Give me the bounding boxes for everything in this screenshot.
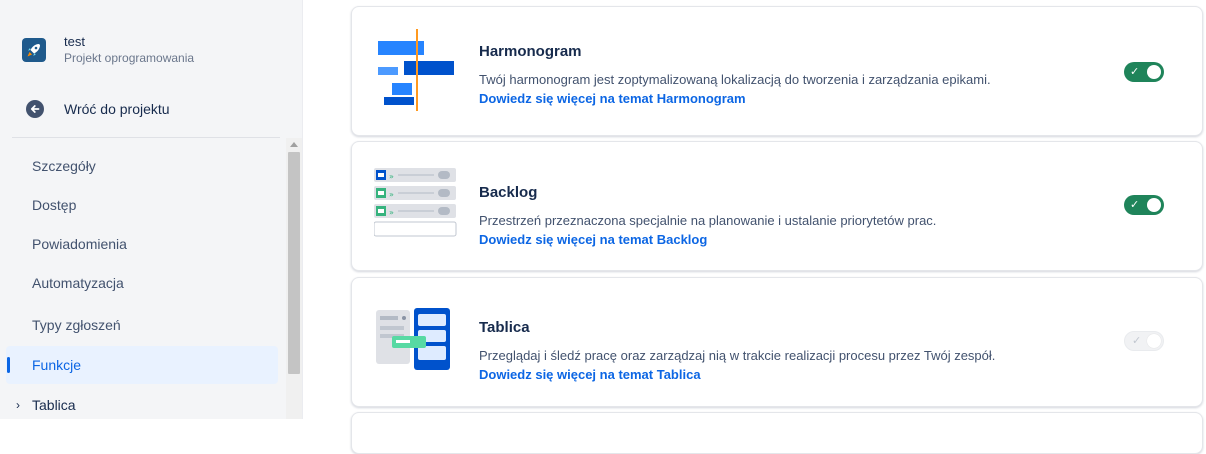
- feature-title: Harmonogram: [479, 43, 582, 60]
- project-sidebar: test Projekt oprogramowania Wróć do proj…: [0, 0, 303, 419]
- nav-item-features[interactable]: Funkcje: [6, 346, 278, 384]
- nav-item-label: Powiadomienia: [32, 236, 127, 252]
- svg-text:»: »: [389, 208, 394, 217]
- nav-item-label: Automatyzacja: [32, 275, 124, 291]
- timeline-illustration: [378, 29, 454, 111]
- svg-text:»: »: [389, 190, 394, 199]
- nav-item-issue-types[interactable]: Typy zgłoszeń: [6, 306, 278, 344]
- toggle-knob: [1147, 198, 1161, 212]
- features-main: Harmonogram Twój harmonogram jest zoptym…: [303, 0, 1206, 454]
- feature-title: Backlog: [479, 184, 538, 201]
- nav-item-notifications[interactable]: Powiadomienia: [6, 225, 278, 263]
- toggle-knob: [1147, 334, 1161, 348]
- chevron-right-icon: ›: [16, 398, 20, 412]
- arrow-left-icon: [26, 100, 44, 118]
- feature-card-body: Harmonogram Twój harmonogram jest zoptym…: [479, 43, 991, 108]
- feature-card-body: Backlog Przestrzeń przeznaczona specjaln…: [479, 184, 936, 249]
- project-type: Projekt oprogramowania: [64, 51, 195, 65]
- nav-item-details[interactable]: Szczegóły: [6, 147, 278, 185]
- board-illustration: [376, 308, 450, 370]
- nav-item-access[interactable]: Dostęp: [6, 186, 278, 224]
- feature-learn-more-link[interactable]: Dowiedz się więcej na temat Harmonogram: [479, 91, 746, 106]
- feature-card-partial: [351, 412, 1203, 454]
- nav-item-board[interactable]: › Tablica: [6, 387, 278, 423]
- feature-learn-more-link[interactable]: Dowiedz się więcej na temat Tablica: [479, 367, 701, 382]
- back-to-project-link[interactable]: Wróć do projektu: [26, 100, 170, 118]
- svg-text:»: »: [389, 172, 394, 181]
- feature-card-body: Tablica Przeglądaj i śledź pracę oraz za…: [479, 319, 995, 384]
- feature-description: Przeglądaj i śledź pracę oraz zarządzaj …: [479, 348, 996, 363]
- board-toggle[interactable]: ✓: [1124, 331, 1164, 351]
- feature-title: Tablica: [479, 319, 530, 336]
- sidebar-divider: [12, 137, 280, 138]
- nav-item-automation[interactable]: Automatyzacja: [6, 264, 278, 302]
- scrollbar-thumb[interactable]: [288, 152, 300, 374]
- feature-card-timeline: Harmonogram Twój harmonogram jest zoptym…: [351, 6, 1203, 136]
- nav-item-label: Tablica: [32, 397, 76, 413]
- nav-item-label: Typy zgłoszeń: [32, 317, 121, 333]
- feature-description: Przestrzeń przeznaczona specjalnie na pl…: [479, 213, 937, 228]
- back-link-label: Wróć do projektu: [64, 101, 170, 117]
- feature-card-backlog: » » » Backlog Przestrzeń przeznaczona sp…: [351, 141, 1203, 271]
- nav-item-label: Funkcje: [32, 357, 82, 373]
- feature-description: Twój harmonogram jest zoptymalizowaną lo…: [479, 72, 991, 87]
- check-icon: ✓: [1130, 199, 1140, 211]
- backlog-illustration: » » »: [374, 168, 457, 237]
- toggle-knob: [1147, 65, 1161, 79]
- feature-learn-more-link[interactable]: Dowiedz się więcej na temat Backlog: [479, 232, 707, 247]
- project-name: test: [64, 34, 85, 49]
- backlog-toggle[interactable]: ✓: [1124, 195, 1164, 215]
- sidebar-scrollbar[interactable]: [286, 138, 302, 419]
- timeline-toggle[interactable]: ✓: [1124, 62, 1164, 82]
- check-icon: ✓: [1130, 66, 1140, 78]
- feature-card-board: Tablica Przeglądaj i śledź pracę oraz za…: [351, 277, 1203, 407]
- scroll-up-arrow-icon[interactable]: [290, 142, 298, 147]
- project-avatar: [22, 38, 46, 62]
- nav-item-label: Dostęp: [32, 197, 77, 213]
- check-icon: ✓: [1132, 335, 1142, 347]
- nav-item-label: Szczegóły: [32, 158, 96, 174]
- rocket-icon: [27, 44, 40, 57]
- project-header: test Projekt oprogramowania: [22, 34, 194, 66]
